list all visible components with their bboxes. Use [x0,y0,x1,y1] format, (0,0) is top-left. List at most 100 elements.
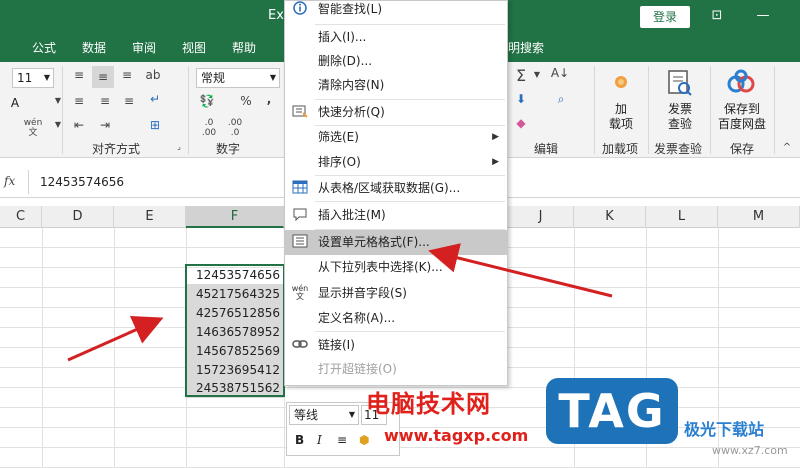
align-right-icon[interactable]: ≡ [120,94,138,108]
save-to-netdisk-button[interactable]: 保存到 百度网盘 [712,102,772,132]
menu-item-label: 筛选(E) [318,130,359,144]
align-icon[interactable]: ≡ [337,433,347,447]
tag-logo: TAG [546,378,678,444]
menu-item-sort[interactable]: 排序(O) ▶ [285,150,507,175]
menu-item-open-hyperlink: 打开超链接(O) [285,357,507,382]
formula-input[interactable]: 12453574656 [40,175,124,189]
submenu-arrow-icon: ▶ [492,132,499,142]
font-grow-icon[interactable]: A [8,96,22,110]
menu-item-label: 从表格/区域获取数据(G)... [318,181,461,195]
italic-button[interactable]: I [317,433,322,447]
tab-review[interactable]: 审阅 [132,39,156,56]
group-label-addins: 加载项 [602,142,639,156]
menu-item-pick-from-list[interactable]: 从下拉列表中选择(K)... [285,255,507,280]
align-bottom-icon[interactable]: ≡ [118,68,136,82]
save-label-line2: 百度网盘 [717,117,766,131]
menu-item-filter[interactable]: 筛选(E) ▶ [285,125,507,150]
minimize-icon[interactable]: — [752,6,774,26]
menu-item-define-name[interactable]: 定义名称(A)... [285,306,507,331]
number-format-value: 常规 [201,71,226,85]
menu-item-label: 打开超链接(O) [318,362,397,376]
menu-item-show-phonetic[interactable]: wén 文 显示拼音字段(S) [285,281,507,306]
menu-item-label: 清除内容(N) [318,78,385,92]
pinyin-guide-icon[interactable]: wén 文 [20,118,46,138]
menu-item-label: 插入批注(M) [318,208,386,222]
menu-item-delete[interactable]: 删除(D)... [285,49,507,74]
grid-line [114,228,115,468]
watermark-url: www.tagxp.com [384,426,529,445]
invoice-check-icon[interactable] [664,68,694,96]
wrap-text-icon[interactable]: ↵ [146,92,164,106]
site-url: www.xz7.com [712,444,788,457]
autosum-icon[interactable]: Σ [512,66,530,85]
tab-data[interactable]: 数据 [82,39,106,56]
tab-formulas[interactable]: 公式 [32,39,56,56]
decrease-indent-icon[interactable]: ⇤ [70,118,88,132]
increase-decimal-icon[interactable]: .0.00 [198,118,220,138]
tell-me-search[interactable]: 明搜索 [508,39,544,56]
align-top-icon[interactable]: ≡ [70,68,88,82]
menu-item-get-data-from-table[interactable]: 从表格/区域获取数据(G)... [285,176,507,201]
percent-style-icon[interactable]: % [238,94,254,108]
insert-function-icon[interactable]: fx [4,174,15,188]
group-label-invoice: 发票查验 [654,142,703,156]
column-header-l[interactable]: L [646,206,718,228]
addins-label-line2: 载项 [608,117,633,131]
merge-center-icon[interactable]: ⊞ [146,118,164,132]
info-icon [291,1,309,17]
dialog-launcher-icon[interactable]: ⌟ [174,142,184,151]
align-middle-icon[interactable]: ≡ [92,66,114,88]
bold-button[interactable]: B [295,433,304,447]
login-button[interactable]: 登录 [640,6,690,28]
column-header-j[interactable]: J [508,206,574,228]
dropdown-icon[interactable]: ▼ [532,70,542,79]
save-label-line1: 保存到 [723,102,760,116]
decrease-decimal-icon[interactable]: .00.0 [224,118,246,138]
invoice-label-line2: 查验 [667,117,692,131]
orientation-icon[interactable]: ab [144,68,162,82]
comma-style-icon[interactable]: , [262,92,276,106]
tab-view[interactable]: 视图 [182,39,206,56]
baidu-netdisk-icon[interactable] [726,68,756,96]
watermark-text: 电脑技术网 [366,390,491,418]
column-header-e[interactable]: E [114,206,186,228]
menu-item-label: 智能查找(L) [318,2,383,16]
column-header-m[interactable]: M [718,206,800,228]
increase-indent-icon[interactable]: ⇥ [96,118,114,132]
clear-icon[interactable]: ◆ [512,116,530,130]
menu-item-smart-lookup[interactable]: 智能查找(L) [285,0,507,22]
sort-filter-icon[interactable]: A↓ [550,66,570,80]
align-left-icon[interactable]: ≡ [70,94,88,108]
addins-button[interactable]: 加 载项 [600,102,642,132]
menu-item-clear-contents[interactable]: 清除内容(N) [285,73,507,98]
accounting-format-icon[interactable]: 💱 [196,94,218,108]
column-header-c[interactable]: C [0,206,42,228]
column-header-d[interactable]: D [42,206,114,228]
tab-help[interactable]: 帮助 [232,39,256,56]
font-size-select[interactable]: 11 ▼ [12,68,54,88]
mini-font-select[interactable]: 等线 ▼ [289,405,359,425]
menu-item-quick-analysis[interactable]: 快速分析(Q) [285,100,507,125]
align-center-icon[interactable]: ≡ [96,94,114,108]
fill-icon[interactable]: ⬇ [512,92,530,106]
menu-item-insert-comment[interactable]: 插入批注(M) [285,203,507,228]
selection-border [185,264,285,397]
number-format-select[interactable]: 常规 ▼ [196,68,280,88]
menu-item-insert[interactable]: 插入(I)... [285,25,507,50]
column-header-f[interactable]: F [186,206,284,228]
addins-label-line1: 加 [614,102,627,116]
pinyin-icon: wén 文 [291,284,309,301]
site-name: 极光下载站 [684,420,765,439]
invoice-label-line1: 发票 [667,102,692,116]
menu-item-link[interactable]: 链接(I) [285,333,507,358]
menu-separator [315,331,505,332]
menu-item-format-cells[interactable]: 设置单元格格式(F)... [285,230,507,255]
addins-icon[interactable] [606,70,636,98]
collapse-ribbon-icon[interactable]: ^ [780,142,794,153]
ribbon-display-icon[interactable]: ⊡ [706,6,728,26]
column-header-k[interactable]: K [574,206,646,228]
menu-item-label: 链接(I) [318,338,355,352]
invoice-check-button[interactable]: 发票 查验 [656,102,704,132]
fill-color-icon[interactable]: ⬢ [359,433,369,447]
find-select-icon[interactable]: ⌕ [552,92,570,107]
